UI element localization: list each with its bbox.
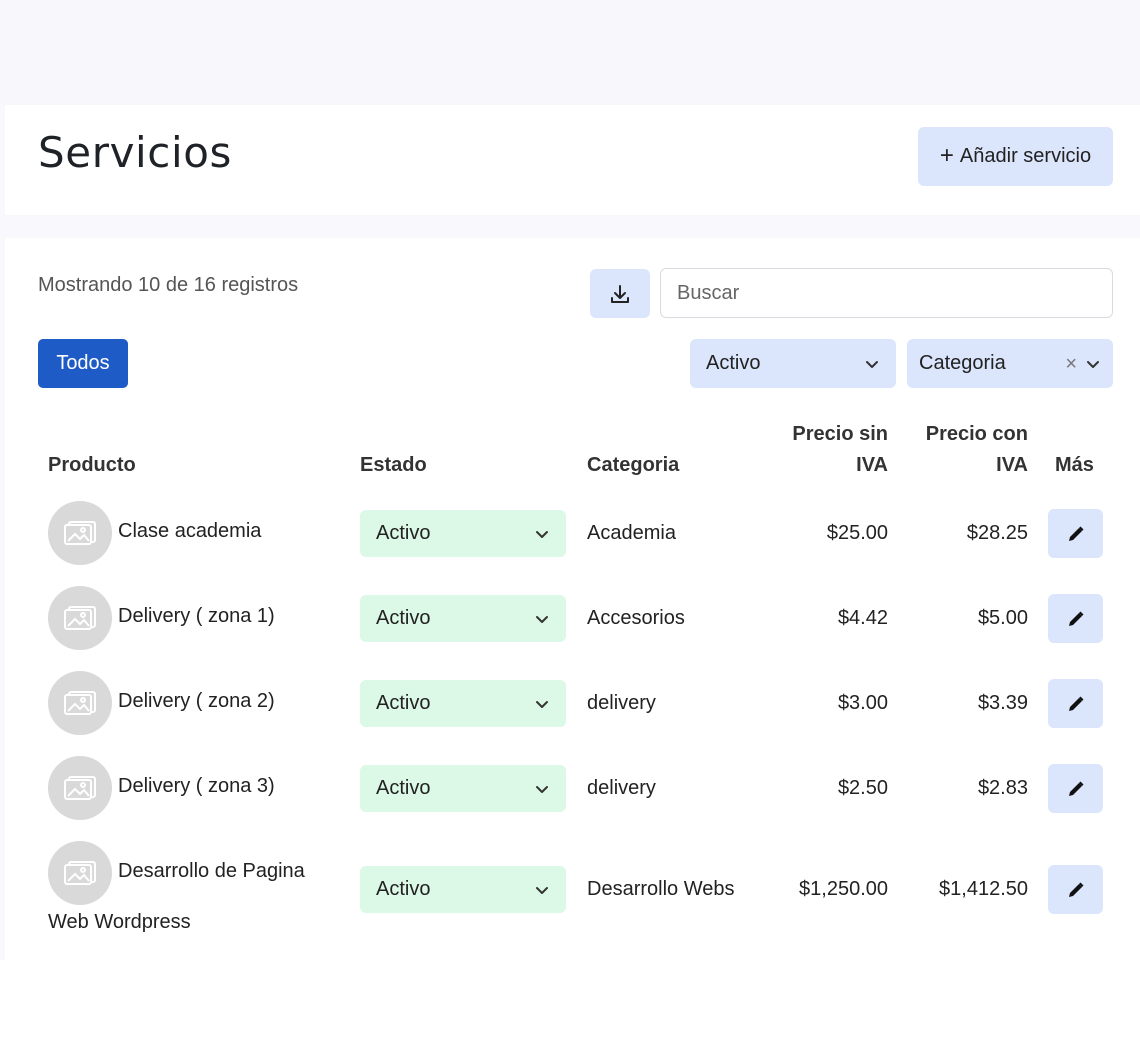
header-producto: Producto [48,454,136,476]
image-placeholder-icon [64,521,96,545]
search-input[interactable] [660,268,1113,318]
bottom-area [0,960,1140,1050]
image-placeholder-icon [64,861,96,885]
product-thumbnail [48,841,112,905]
header-precio-con-line1: Precio con [925,423,1028,445]
close-icon[interactable]: × [1065,354,1077,374]
edit-button[interactable] [1048,764,1103,813]
product-thumbnail [48,501,112,565]
pencil-icon [1068,882,1083,897]
todos-button[interactable]: Todos [38,339,128,388]
records-count: Mostrando 10 de 16 registros [38,274,299,296]
status-select[interactable]: Activo [360,510,566,557]
category-cell: Academia [587,522,676,544]
download-button[interactable] [590,269,650,318]
image-placeholder-icon [64,776,96,800]
price-with-vat: $28.25 [966,522,1028,544]
status-value: Activo [376,777,431,799]
category-filter-select[interactable]: Categoria × [907,339,1113,388]
pencil-icon [1068,781,1083,796]
header-precio-con-line2: IVA [996,454,1028,476]
image-placeholder-icon [64,606,96,630]
status-select[interactable]: Activo [360,765,566,812]
status-select[interactable]: Activo [360,595,566,642]
price-without-vat: $1,250.00 [799,878,888,900]
product-name[interactable]: Clase academia [118,516,261,546]
pencil-icon [1068,526,1083,541]
status-filter-select[interactable]: Activo [690,339,896,388]
top-band [0,0,1140,105]
price-without-vat: $3.00 [837,692,888,714]
category-cell: Accesorios [587,607,685,629]
chevron-down-icon [1087,360,1099,368]
image-placeholder-icon [64,691,96,715]
status-select[interactable]: Activo [360,866,566,913]
status-value: Activo [376,878,431,900]
product-thumbnail [48,586,112,650]
product-thumbnail [48,756,112,820]
status-select[interactable]: Activo [360,680,566,727]
chevron-down-icon [536,700,548,708]
product-name[interactable]: Delivery ( zona 2) [118,686,275,716]
product-thumbnail [48,671,112,735]
price-without-vat: $25.00 [826,522,888,544]
header-precio-con-iva: Precio con IVA [900,419,1028,481]
plus-icon: + [939,141,954,169]
edit-button[interactable] [1048,509,1103,558]
price-with-vat: $3.39 [977,692,1028,714]
price-without-vat: $4.42 [837,607,888,629]
product-name-line2[interactable]: Web Wordpress [48,907,191,937]
product-name-line1[interactable]: Desarrollo de Pagina [118,856,305,886]
pencil-icon [1068,611,1083,626]
download-icon [611,284,629,303]
price-with-vat: $2.83 [977,777,1028,799]
edit-button[interactable] [1048,594,1103,643]
category-cell: delivery [587,777,656,799]
product-name[interactable]: Delivery ( zona 1) [118,601,275,631]
chevron-down-icon [536,615,548,623]
page-title: Servicios [38,128,233,177]
edit-button[interactable] [1048,865,1103,914]
header-precio-sin-iva: Precio sin IVA [760,419,888,481]
add-service-label: Añadir servicio [959,145,1092,167]
pencil-icon [1068,696,1083,711]
status-value: Activo [376,607,431,629]
status-filter-value: Activo [706,352,761,374]
price-with-vat: $5.00 [977,607,1028,629]
category-filter-value: Categoria [919,352,1006,374]
category-cell: delivery [587,692,656,714]
status-value: Activo [376,522,431,544]
header-precio-sin-line2: IVA [856,454,888,476]
product-name[interactable]: Delivery ( zona 3) [118,771,275,801]
chevron-down-icon [536,785,548,793]
price-without-vat: $2.50 [837,777,888,799]
status-value: Activo [376,692,431,714]
chevron-down-icon [536,530,548,538]
add-service-button[interactable]: + Añadir servicio [918,127,1113,186]
header-categoria: Categoria [587,454,680,476]
header-precio-sin-line1: Precio sin [792,423,888,445]
chevron-down-icon [536,886,548,894]
price-with-vat: $1,412.50 [939,878,1028,900]
header-mas: Más [1055,454,1094,476]
header-estado: Estado [360,454,427,476]
edit-button[interactable] [1048,679,1103,728]
category-cell: Desarrollo Webs [587,878,735,900]
chevron-down-icon [866,360,878,368]
